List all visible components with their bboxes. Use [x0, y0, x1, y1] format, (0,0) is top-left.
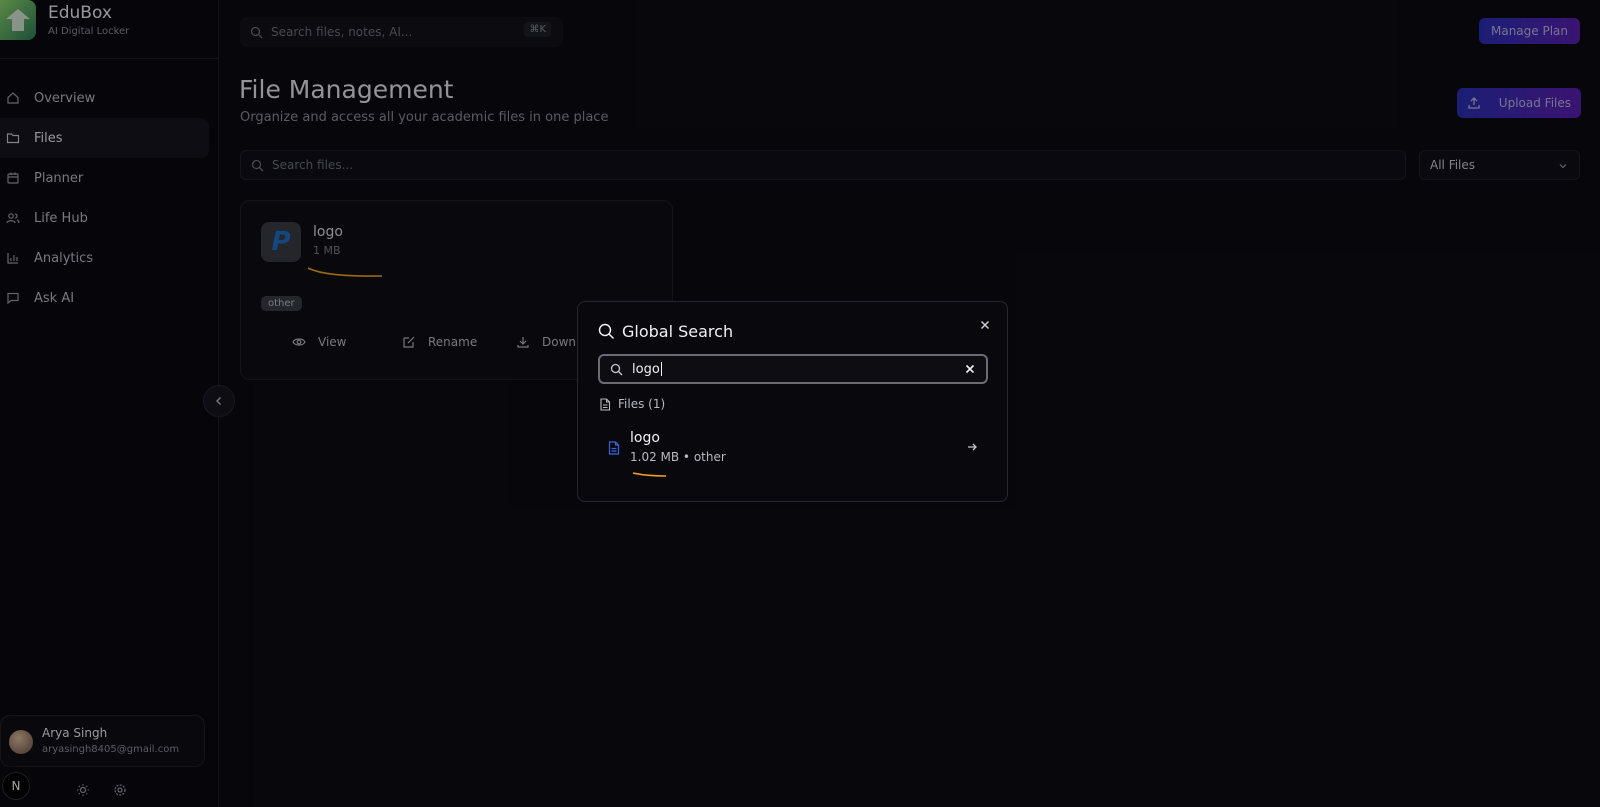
text-cursor: [660, 362, 662, 376]
close-icon[interactable]: [977, 317, 993, 333]
search-result-item[interactable]: logo 1.02 MB • other: [598, 424, 988, 477]
file-icon: [600, 398, 611, 411]
search-icon: [610, 363, 623, 376]
search-query: logo: [632, 361, 660, 377]
result-name: logo: [630, 430, 660, 446]
arrow-right-icon: [968, 443, 977, 451]
results-section-label: Files (1): [618, 397, 666, 411]
global-search-dialog: Global Search logo Files (1) logo 1.02 M…: [577, 301, 1008, 502]
search-icon: [598, 323, 615, 340]
document-icon: [608, 441, 620, 455]
result-meta: 1.02 MB • other: [630, 450, 726, 464]
clear-icon[interactable]: [964, 363, 976, 375]
dialog-title: Global Search: [622, 322, 734, 341]
global-search-input[interactable]: logo: [598, 354, 988, 384]
annotation-underline: [632, 472, 667, 477]
